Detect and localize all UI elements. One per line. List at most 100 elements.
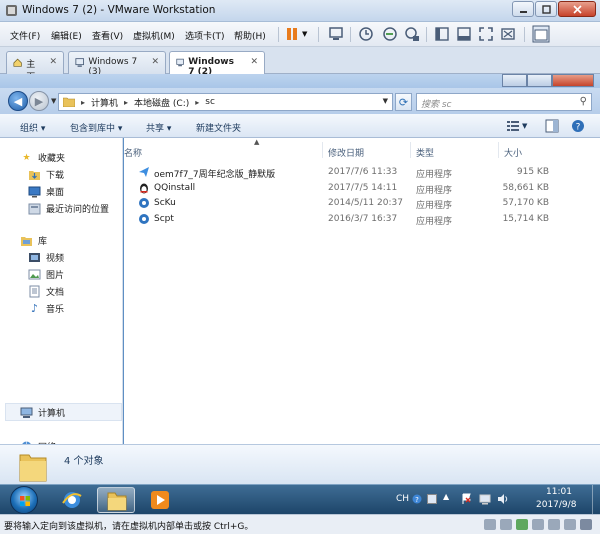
tab-home[interactable]: 主页 ✕ — [6, 51, 64, 83]
snapshot-icon[interactable] — [358, 26, 374, 42]
snapshot-manager-icon[interactable] — [404, 26, 420, 42]
menu-help[interactable]: 帮助(H) — [234, 29, 266, 42]
taskbar-internet-explorer[interactable] — [53, 487, 91, 513]
printer-device-icon[interactable] — [564, 519, 576, 530]
menu-file[interactable]: 文件(F) — [10, 29, 40, 42]
breadcrumb-folder[interactable]: sc — [205, 97, 215, 107]
refresh-button[interactable]: ⟳ — [395, 93, 412, 111]
search-icon: ⚲ — [579, 96, 587, 107]
cd-dvd-device-icon[interactable] — [500, 519, 512, 530]
tab-windows7-3[interactable]: Windows 7 (3) ✕ — [68, 51, 166, 77]
action-center-flag-icon[interactable] — [461, 493, 473, 505]
search-placeholder: 搜索 sc — [421, 100, 452, 110]
send-ctrl-alt-del-icon[interactable] — [328, 26, 344, 42]
preview-pane-icon[interactable] — [545, 119, 559, 133]
forward-button[interactable]: ▶ — [29, 91, 49, 111]
maximize-button[interactable] — [535, 1, 557, 17]
file-row[interactable]: ScKu 2014/5/11 20:37 应用程序 57,170 KB — [134, 196, 594, 211]
volume-icon[interactable] — [497, 493, 509, 505]
column-header-size[interactable]: 大小 — [504, 146, 522, 159]
close-tab-icon[interactable]: ✕ — [49, 57, 57, 74]
folder-icon — [107, 492, 127, 511]
share-button[interactable]: 共享 ▾ — [146, 121, 171, 134]
nav-pictures[interactable]: 图片 — [28, 268, 64, 281]
details-pane: 4 个对象 — [0, 444, 600, 484]
recent-pages-dropdown-icon[interactable]: ▼ — [51, 97, 56, 105]
explorer-minimize-button[interactable] — [502, 74, 527, 87]
nav-libraries[interactable]: 库 — [20, 234, 47, 247]
new-folder-button[interactable]: 新建文件夹 — [196, 121, 241, 134]
close-button[interactable] — [558, 1, 596, 17]
full-screen-icon[interactable] — [478, 26, 494, 42]
menu-vm[interactable]: 虚拟机(M) — [133, 29, 175, 42]
close-tab-icon[interactable]: ✕ — [151, 57, 159, 74]
column-header-name[interactable]: 名称 — [124, 146, 142, 159]
nav-desktop[interactable]: 桌面 — [28, 185, 64, 198]
clock-time[interactable]: 11:01 — [546, 487, 572, 497]
start-button[interactable] — [10, 486, 38, 514]
usb-device-icon[interactable] — [532, 519, 544, 530]
search-input[interactable]: 搜索 sc ⚲ — [416, 93, 592, 111]
network-tray-icon[interactable] — [479, 493, 491, 505]
show-library-icon[interactable] — [434, 26, 450, 42]
tab-windows7-2[interactable]: Windows 7 (2) ✕ — [169, 51, 265, 77]
sound-card-device-icon[interactable] — [548, 519, 560, 530]
hard-disk-device-icon[interactable] — [484, 519, 496, 530]
console-view-icon[interactable] — [532, 25, 550, 43]
minimize-button[interactable] — [512, 1, 534, 17]
nav-computer[interactable]: 计算机 — [20, 406, 65, 419]
nav-favorites[interactable]: ★ 收藏夹 — [20, 151, 65, 165]
file-row[interactable]: QQinstall 2017/7/5 14:11 应用程序 58,661 KB — [134, 181, 594, 196]
pause-dropdown-icon[interactable]: ▼ — [302, 30, 307, 38]
file-row[interactable]: oem7f7_7周年纪念版_静默版 2017/7/6 11:33 应用程序 91… — [134, 165, 594, 180]
column-divider[interactable] — [322, 142, 323, 158]
breadcrumb-computer[interactable]: 计算机 — [91, 96, 118, 109]
clock-date[interactable]: 2017/9/8 — [536, 500, 576, 510]
column-header-type[interactable]: 类型 — [416, 146, 434, 159]
display-device-icon[interactable] — [580, 519, 592, 530]
explorer-maximize-button[interactable] — [527, 74, 552, 87]
explorer-title-bar — [0, 74, 600, 88]
show-hidden-icons-icon[interactable]: ▲ — [443, 492, 449, 501]
file-row[interactable]: Scpt 2016/3/7 16:37 应用程序 15,714 KB — [134, 212, 594, 227]
help-tray-icon[interactable]: ? — [412, 494, 422, 504]
nav-music[interactable]: ♪ 音乐 — [28, 302, 64, 315]
nav-downloads[interactable]: 下载 — [28, 168, 64, 181]
close-tab-icon[interactable]: ✕ — [250, 57, 258, 75]
help-icon[interactable]: ? — [571, 119, 585, 133]
taskbar-explorer[interactable] — [97, 487, 135, 513]
view-options-icon[interactable] — [506, 119, 520, 133]
include-in-library-button[interactable]: 包含到库中 ▾ — [70, 121, 122, 134]
revert-snapshot-icon[interactable] — [382, 26, 398, 42]
menu-view[interactable]: 查看(V) — [92, 29, 123, 42]
back-button[interactable]: ◀ — [8, 91, 28, 111]
view-dropdown-icon[interactable]: ▼ — [522, 122, 527, 130]
file-type: 应用程序 — [416, 186, 453, 196]
guest-screen[interactable]: ◀ ▶ ▼ ▸ 计算机 ▸ 本地磁盘 (C:) ▸ sc ▼ ⟳ 搜索 sc ⚲… — [0, 74, 600, 484]
nav-label: 最近访问的位置 — [46, 205, 110, 215]
explorer-close-button[interactable] — [552, 74, 594, 87]
language-indicator[interactable]: CH — [396, 494, 409, 504]
ime-tray-icon[interactable] — [427, 494, 437, 504]
paper-plane-icon — [139, 167, 149, 177]
network-adapter-device-icon[interactable] — [516, 519, 528, 530]
command-bar: 组织 ▾ 包含到库中 ▾ 共享 ▾ 新建文件夹 ▼ ? — [0, 114, 600, 138]
show-desktop-button[interactable] — [592, 485, 600, 515]
pause-icon[interactable] — [284, 26, 300, 42]
address-dropdown-icon[interactable]: ▼ — [383, 97, 388, 105]
address-bar[interactable]: ▸ 计算机 ▸ 本地磁盘 (C:) ▸ sc ▼ — [58, 93, 393, 111]
nav-recent-places[interactable]: 最近访问的位置 — [28, 202, 109, 215]
menu-tabs[interactable]: 选项卡(T) — [185, 29, 225, 42]
menu-edit[interactable]: 编辑(E) — [51, 29, 82, 42]
column-divider[interactable] — [498, 142, 499, 158]
unity-icon[interactable] — [500, 26, 516, 42]
breadcrumb-drive[interactable]: 本地磁盘 (C:) — [134, 96, 189, 109]
nav-videos[interactable]: 视频 — [28, 251, 64, 264]
nav-documents[interactable]: 文档 — [28, 285, 64, 298]
organize-button[interactable]: 组织 ▾ — [20, 121, 45, 134]
thumbnail-bar-icon[interactable] — [456, 26, 472, 42]
taskbar-media-player[interactable] — [141, 487, 179, 513]
toolbar-divider — [426, 27, 427, 42]
column-header-date[interactable]: 修改日期 — [328, 146, 364, 159]
column-divider[interactable] — [410, 142, 411, 158]
